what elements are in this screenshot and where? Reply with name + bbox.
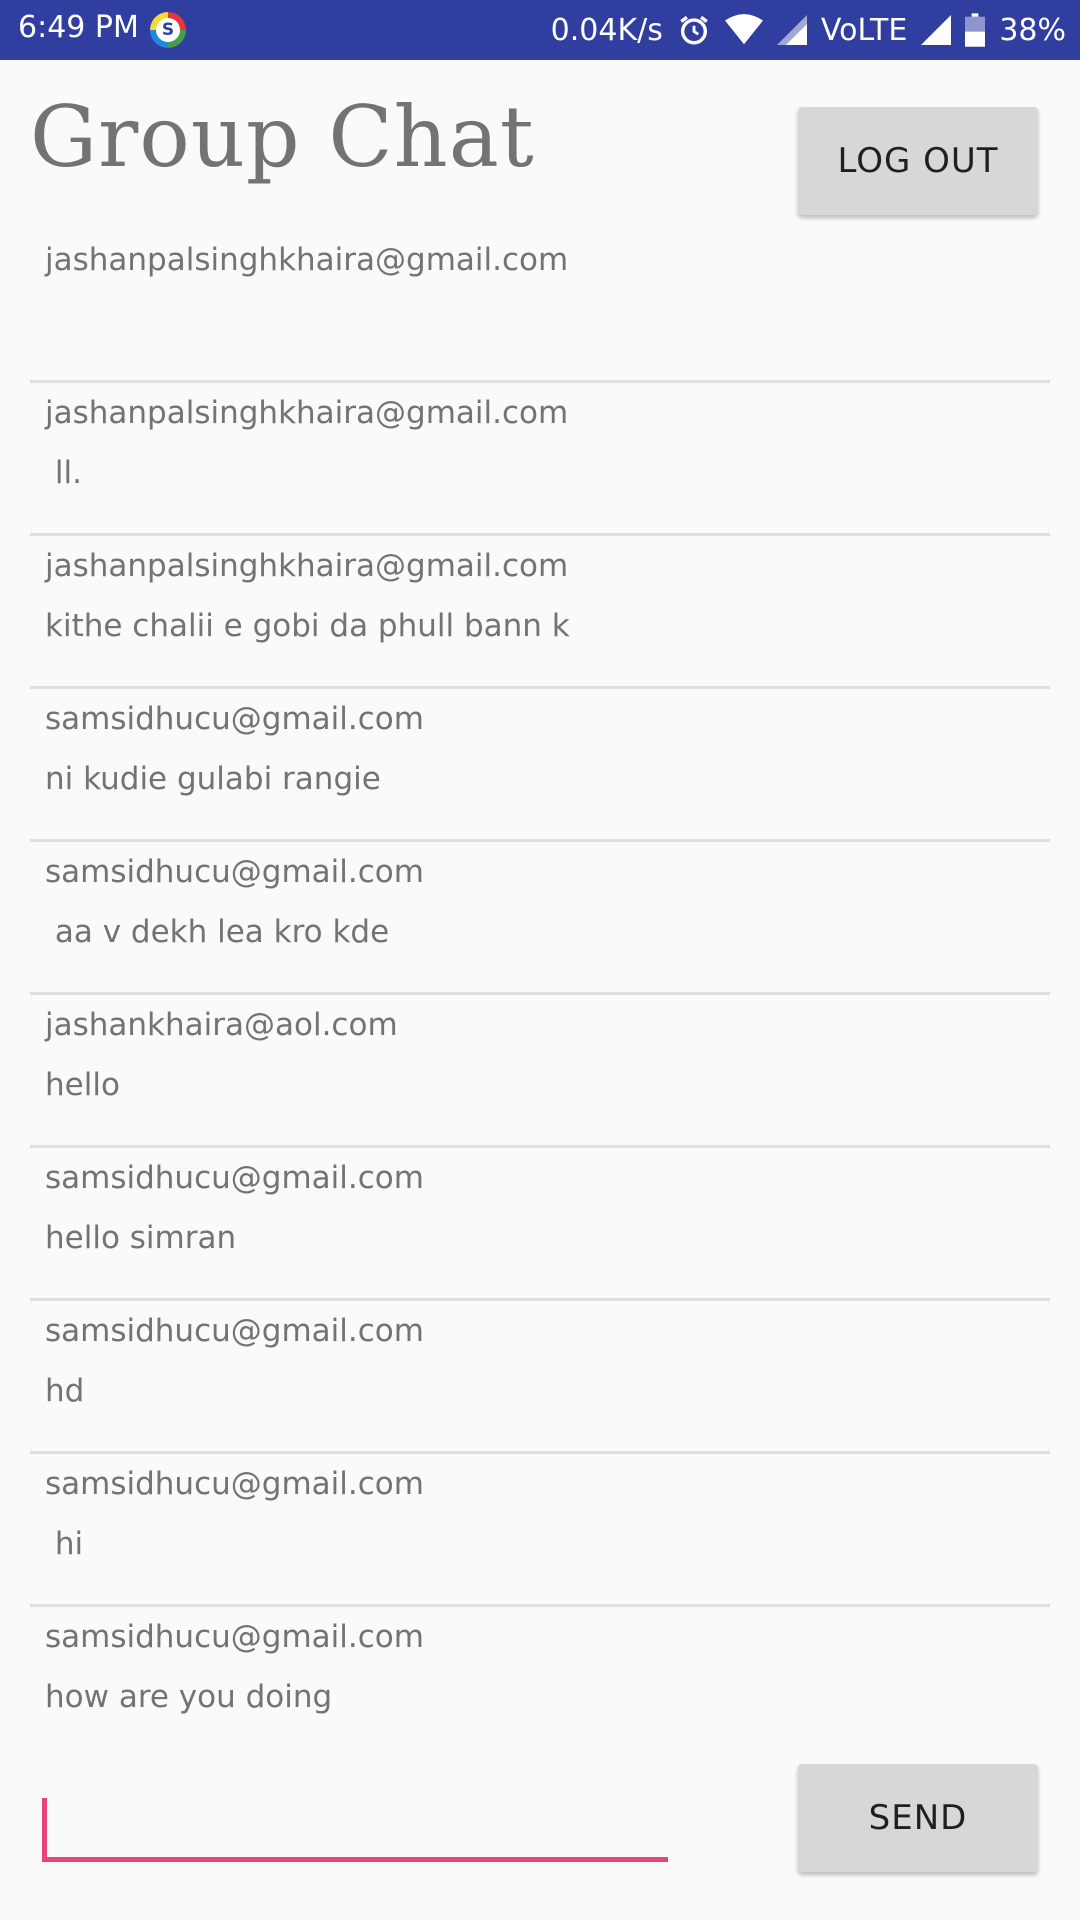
list-item: samsidhucu@gmail.com aa v dekh lea kro k… [30, 842, 1050, 995]
logout-button[interactable]: LOG OUT [798, 107, 1038, 215]
message-text: hd [45, 1373, 85, 1409]
battery-icon [965, 13, 986, 47]
message-text: ll. [45, 455, 82, 491]
app-notification-letter: S [156, 18, 180, 42]
message-text: aa v dekh lea kro kde [45, 914, 390, 950]
status-bar: 6:49 PM S 0.04K/s VoLTE 38% [0, 0, 1080, 60]
message-text: hello simran [45, 1220, 237, 1256]
page-title: Group Chat [30, 88, 535, 186]
message-input[interactable] [42, 1792, 668, 1862]
signal-icon [776, 15, 807, 45]
list-item: jashankhaira@aol.com hello [30, 995, 1050, 1148]
battery-level: 38% [999, 12, 1066, 48]
message-sender: jashanpalsinghkhaira@gmail.com [45, 548, 569, 584]
list-item: samsidhucu@gmail.com ni kudie gulabi ran… [30, 689, 1050, 842]
app-notification-icon: S [150, 12, 186, 48]
message-text: hi [45, 1526, 84, 1562]
net-speed: 0.04K/s [550, 12, 663, 48]
message-sender: samsidhucu@gmail.com [45, 854, 424, 890]
status-time: 6:49 PM [18, 10, 139, 45]
status-indicators: 0.04K/s VoLTE 38% [551, 0, 1066, 60]
message-sender: samsidhucu@gmail.com [45, 1619, 424, 1655]
message-list: jashanpalsinghkhaira@gmail.com jashanpal… [30, 230, 1050, 1760]
message-sender: samsidhucu@gmail.com [45, 1313, 424, 1349]
alarm-icon [677, 13, 711, 47]
message-sender: samsidhucu@gmail.com [45, 1160, 424, 1196]
list-item: jashanpalsinghkhaira@gmail.com kithe cha… [30, 536, 1050, 689]
list-item: samsidhucu@gmail.com how are you doing [30, 1607, 1050, 1760]
message-sender: samsidhucu@gmail.com [45, 1466, 424, 1502]
list-item: samsidhucu@gmail.com hi [30, 1454, 1050, 1607]
message-text: kithe chalii e gobi da phull bann k [45, 608, 570, 644]
message-sender: jashankhaira@aol.com [45, 1007, 398, 1043]
list-item: jashanpalsinghkhaira@gmail.com ll. [30, 383, 1050, 536]
network-type: VoLTE [820, 12, 908, 48]
message-text: hello [45, 1067, 120, 1103]
text-cursor [42, 1798, 47, 1860]
send-button[interactable]: SEND [798, 1764, 1038, 1872]
list-item: samsidhucu@gmail.com hello simran [30, 1148, 1050, 1301]
list-item: jashanpalsinghkhaira@gmail.com [30, 230, 1050, 383]
wifi-icon [724, 14, 763, 46]
message-text: ni kudie gulabi rangie [45, 761, 381, 797]
signal-icon [921, 15, 952, 45]
message-sender: jashanpalsinghkhaira@gmail.com [45, 242, 569, 278]
list-item: samsidhucu@gmail.com hd [30, 1301, 1050, 1454]
message-sender: samsidhucu@gmail.com [45, 701, 424, 737]
message-text: how are you doing [45, 1679, 333, 1715]
message-sender: jashanpalsinghkhaira@gmail.com [45, 395, 569, 431]
